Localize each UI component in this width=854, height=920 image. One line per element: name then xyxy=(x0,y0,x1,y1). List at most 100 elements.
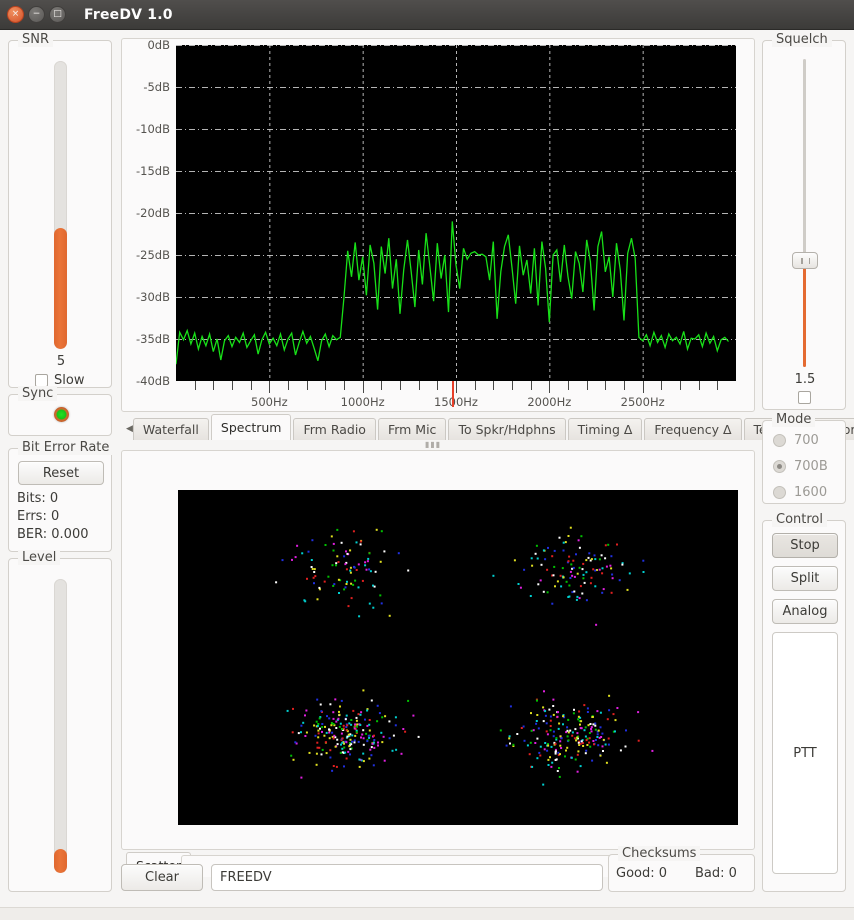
mode-radio-label: 700 xyxy=(794,433,819,448)
tab-label: Frm Mic xyxy=(387,422,437,437)
mode-group-title: Mode xyxy=(772,412,816,427)
squelch-enable-checkbox-row[interactable] xyxy=(798,391,811,404)
ber-errs-value: Errs: 0 xyxy=(17,509,60,524)
maximize-glyph: □ xyxy=(53,9,62,19)
squelch-enable-checkbox[interactable] xyxy=(798,391,811,404)
callsign-input[interactable]: FREEDV xyxy=(211,864,603,891)
spectrum-ytick-label: -5dB xyxy=(143,80,170,94)
spectrum-trace xyxy=(176,45,736,381)
spectrum-xtick xyxy=(586,381,588,390)
mode-radio-700B[interactable]: 700B xyxy=(773,459,828,474)
spectrum-xtick-label: 500Hz xyxy=(251,395,288,409)
spectrum-tab-strip[interactable]: ◀ Waterfall Spectrum Frm Radio Frm Mic To Spk… xyxy=(126,414,854,440)
close-icon[interactable]: × xyxy=(7,6,24,23)
analog-button[interactable]: Analog xyxy=(772,599,838,624)
snr-gauge-fill xyxy=(54,228,67,349)
spectrum-xtick-label: 1500Hz xyxy=(434,395,478,409)
clear-button[interactable]: Clear xyxy=(121,864,203,891)
spectrum-xtick xyxy=(474,381,476,390)
spectrum-xtick xyxy=(680,381,681,390)
spectrum-xtick xyxy=(288,381,289,390)
spectrum-xtick-major xyxy=(269,381,271,393)
sync-group: Sync xyxy=(8,386,112,436)
level-gauge-fill xyxy=(54,849,67,873)
snr-group: SNR 5 Slow xyxy=(8,32,112,388)
spectrum-ytick-label: 0dB xyxy=(147,38,170,52)
mode-radio-700[interactable]: 700 xyxy=(773,433,819,448)
spectrum-xtick xyxy=(381,381,383,390)
radio-icon[interactable] xyxy=(773,434,786,447)
maximize-icon[interactable]: □ xyxy=(49,6,66,23)
spectrum-xtick-major xyxy=(456,381,457,393)
spectrum-xtick xyxy=(605,381,607,390)
spectrum-xtick xyxy=(194,381,196,390)
spectrum-xtick xyxy=(325,381,327,390)
spectrum-xtick xyxy=(418,381,420,390)
snr-group-title: SNR xyxy=(18,32,54,47)
bit-error-rate-group: Bit Error Rate Reset Bits: 0 Errs: 0 BER… xyxy=(8,440,114,552)
snr-gauge xyxy=(54,61,67,349)
radio-icon[interactable] xyxy=(773,460,786,473)
tab-frm-mic[interactable]: Frm Mic xyxy=(377,418,447,440)
squelch-slider-handle[interactable] xyxy=(792,252,818,270)
checksums-group: Checksums Good: 0 Bad: 0 xyxy=(608,846,755,892)
scatter-points xyxy=(275,526,654,786)
radio-icon[interactable] xyxy=(773,486,786,499)
spectrum-ytick-label: -25dB xyxy=(136,248,170,262)
spectrum-ytick-label: -40dB xyxy=(136,374,170,388)
spectrum-xtick xyxy=(530,381,532,390)
close-glyph: × xyxy=(11,9,20,19)
split-button[interactable]: Split xyxy=(772,566,838,591)
scatter-panel xyxy=(121,450,755,850)
tab-frequency[interactable]: Frequency Δ xyxy=(644,418,742,440)
tab-label: Frequency Δ xyxy=(654,422,732,437)
spectrum-xtick xyxy=(624,381,625,390)
window-title: FreeDV 1.0 xyxy=(84,6,173,23)
tab-to-spkr-hdphns[interactable]: To Spkr/Hdphns xyxy=(448,418,566,440)
scatter-plot-area[interactable] xyxy=(178,490,738,825)
spectrum-ytick-label: -10dB xyxy=(136,122,170,136)
checksums-group-title: Checksums xyxy=(618,846,701,861)
spectrum-xtick xyxy=(437,381,439,390)
status-bar xyxy=(0,907,854,920)
spectrum-ytick-label: -15dB xyxy=(136,164,170,178)
spectrum-xtick xyxy=(400,381,401,390)
tab-spectrum[interactable]: Spectrum xyxy=(210,414,292,440)
tab-waterfall[interactable]: Waterfall xyxy=(132,418,209,440)
spectrum-xtick xyxy=(493,381,495,390)
control-group: Control Stop Split Analog PTT xyxy=(762,512,846,892)
spectrum-xtick xyxy=(568,381,569,390)
squelch-group-title: Squelch xyxy=(772,32,832,47)
sync-group-title: Sync xyxy=(18,386,58,401)
minimize-icon[interactable]: − xyxy=(28,6,45,23)
snr-slow-label: Slow xyxy=(54,373,85,388)
spectrum-xtick-major xyxy=(362,381,364,393)
spectrum-xtick xyxy=(512,381,513,390)
spectrum-panel: 0dB -5dB -10dB -15dB -20dB -25dB -30dB -35dB -40… xyxy=(121,38,755,412)
spectrum-plot-area[interactable] xyxy=(176,45,736,381)
tab-label: Spectrum xyxy=(220,420,282,435)
frequency-marker[interactable] xyxy=(452,381,455,407)
spectrum-xtick xyxy=(717,381,719,390)
snr-value: 5 xyxy=(56,354,66,369)
splitter-handle[interactable]: ▮▮▮ xyxy=(425,440,441,449)
ptt-button[interactable]: PTT xyxy=(772,632,838,874)
tab-scroll-left-icon[interactable]: ◀ xyxy=(126,418,133,440)
checksums-bad-value: Bad: 0 xyxy=(695,866,737,881)
sync-led-icon xyxy=(54,407,69,422)
mode-radio-1600[interactable]: 1600 xyxy=(773,485,827,500)
squelch-value: 1.5 xyxy=(794,372,816,387)
spectrum-ytick-label: -20dB xyxy=(136,206,170,220)
ber-ber-value: BER: 0.000 xyxy=(17,527,89,542)
spectrum-xtick xyxy=(344,381,345,390)
ber-reset-button[interactable]: Reset xyxy=(18,461,104,485)
tab-timing[interactable]: Timing Δ xyxy=(567,418,643,440)
tab-frm-radio[interactable]: Frm Radio xyxy=(293,418,376,440)
tab-label: Waterfall xyxy=(142,422,199,437)
stop-button[interactable]: Stop xyxy=(772,533,838,558)
spectrum-xtick xyxy=(306,381,308,390)
mode-group: Mode 700 700B 1600 xyxy=(762,412,846,504)
checksums-good-value: Good: 0 xyxy=(616,866,668,881)
spectrum-ytick-label: -30dB xyxy=(136,290,170,304)
spectrum-xtick-label: 1000Hz xyxy=(340,395,385,409)
